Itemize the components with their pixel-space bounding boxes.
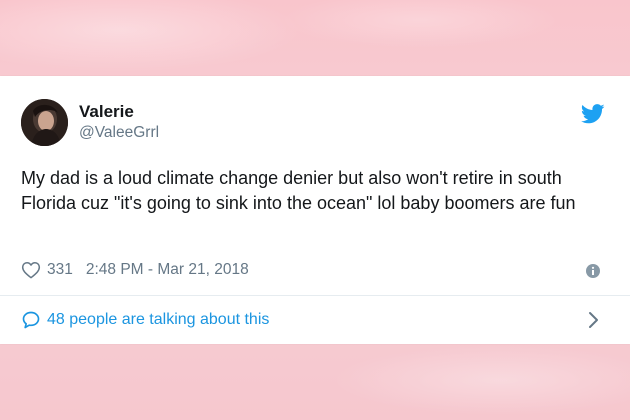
tweet-meta: 331 2:48 PM - Mar 21, 2018 [21,259,249,281]
author-name[interactable]: Valerie [79,102,134,122]
conversation-link[interactable]: 48 people are talking about this [0,296,630,344]
info-icon[interactable] [586,264,600,278]
author-handle[interactable]: @ValeeGrrl [79,124,159,142]
heart-icon[interactable] [21,260,41,280]
like-count[interactable]: 331 [47,261,73,279]
chevron-right-icon[interactable] [587,311,599,329]
embedded-tweet-card: Valerie @ValeeGrrl My dad is a loud clim… [0,76,630,344]
speech-bubble-icon [21,310,41,330]
avatar[interactable] [21,99,68,146]
conversation-link-label[interactable]: 48 people are talking about this [47,311,269,329]
tweet-timestamp[interactable]: 2:48 PM - Mar 21, 2018 [86,261,249,279]
tweet-text: My dad is a loud climate change denier b… [21,168,576,213]
twitter-bird-icon[interactable] [580,104,605,124]
